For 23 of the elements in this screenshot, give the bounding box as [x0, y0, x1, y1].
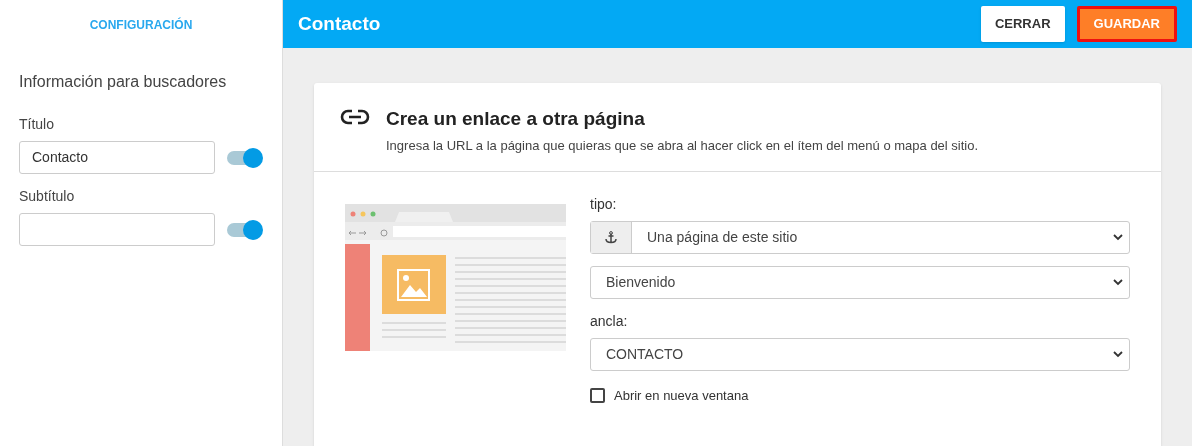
select-field[interactable]: CONTACTO — [590, 338, 1130, 371]
field-label: ancla: — [590, 312, 629, 331]
field-label: Subtítulo — [19, 187, 76, 206]
card-title: Crea un enlace a otra página — [386, 107, 646, 131]
checkbox-label: Abrir en nueva ventana — [614, 387, 749, 405]
card-description: Ingresa la URL a la página que quieras que se abra al hacer click en el ítem del menú o mapa del sitio. — [386, 136, 979, 155]
text-field[interactable] — [19, 213, 215, 246]
field-label: Título — [19, 115, 55, 134]
toggle-switch[interactable] — [227, 150, 261, 165]
chevron-down-icon — [1113, 351, 1123, 358]
page-title: Contacto — [298, 11, 382, 36]
chevron-down-icon — [1113, 234, 1123, 241]
close-button[interactable]: CERRAR — [980, 6, 1065, 42]
select-field[interactable]: Bienvenido — [590, 266, 1130, 299]
link-icon — [340, 109, 370, 125]
checkbox[interactable] — [590, 388, 605, 404]
chevron-down-icon — [1113, 279, 1123, 286]
section-title: Información para buscadores — [19, 72, 228, 92]
anchor-icon — [605, 231, 617, 244]
select-field[interactable]: Una página de este sitio — [590, 221, 1130, 254]
toggle-switch[interactable] — [227, 222, 261, 237]
field-label: tipo: — [590, 195, 618, 214]
text-field[interactable]: Contacto — [19, 141, 215, 174]
